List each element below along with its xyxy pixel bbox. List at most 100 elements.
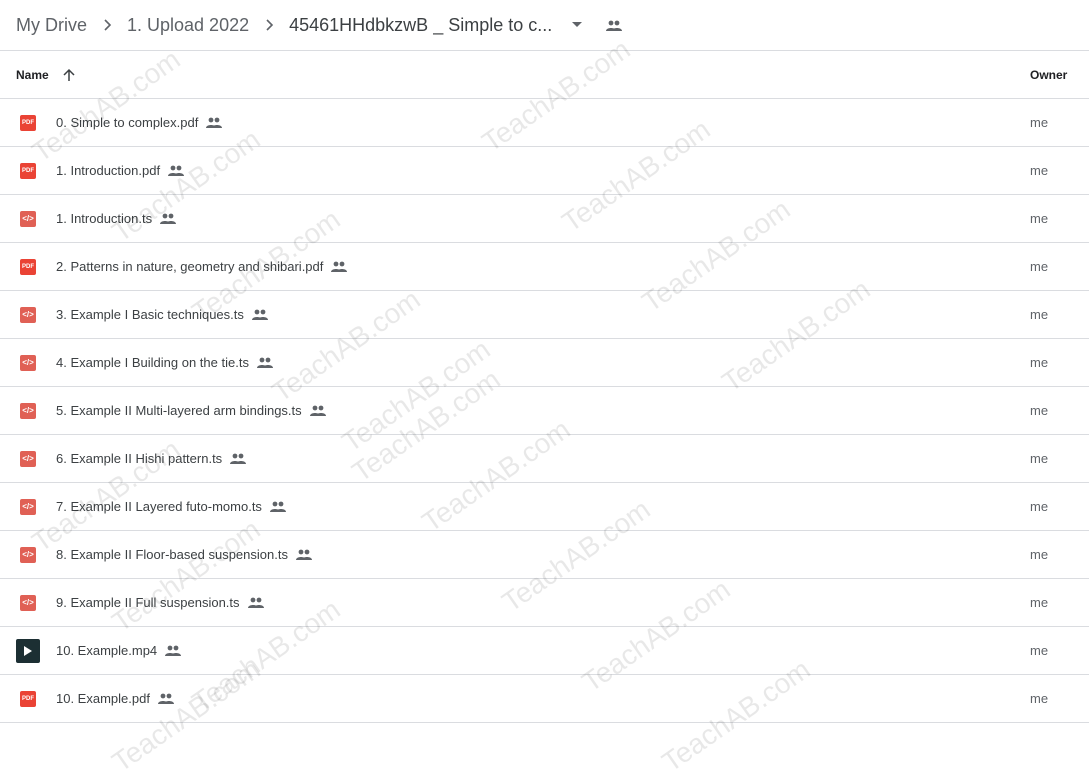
code-icon: </> (20, 306, 36, 323)
file-name[interactable]: 1. Introduction.pdf (56, 163, 160, 178)
file-icon-label: PDF (22, 167, 34, 174)
people-icon (168, 165, 185, 176)
file-owner: me (1030, 547, 1049, 562)
code-icon: </> (20, 546, 36, 563)
chevron-right-icon (259, 14, 281, 36)
file-row[interactable]: </> 7. Example II Layered futo-momo.ts me (0, 483, 1089, 531)
file-name-cell: 10. Example.mp4 (56, 643, 182, 658)
file-owner: me (1030, 307, 1049, 322)
pdf-icon: PDF (20, 258, 36, 275)
file-name[interactable]: 10. Example.pdf (56, 691, 150, 706)
file-name-cell: 0. Simple to complex.pdf (56, 115, 223, 130)
file-row[interactable]: PDF 0. Simple to complex.pdf me (0, 99, 1089, 147)
code-icon: </> (20, 498, 36, 515)
column-name-header[interactable]: Name (16, 68, 75, 82)
file-list: PDF 0. Simple to complex.pdf me PDF 1. Intro… (0, 99, 1089, 723)
file-name[interactable]: 5. Example II Multi-layered arm bindings… (56, 403, 302, 418)
file-name-cell: 4. Example I Building on the tie.ts (56, 355, 273, 370)
file-name[interactable]: 4. Example I Building on the tie.ts (56, 355, 249, 370)
file-row[interactable]: PDF 1. Introduction.pdf me (0, 147, 1089, 195)
file-row[interactable]: </> 6. Example II Hishi pattern.ts me (0, 435, 1089, 483)
file-row[interactable]: </> 1. Introduction.ts me (0, 195, 1089, 243)
file-name[interactable]: 6. Example II Hishi pattern.ts (56, 451, 222, 466)
file-icon-label: </> (22, 598, 34, 607)
file-icon-label: </> (22, 310, 34, 319)
file-name[interactable]: 1. Introduction.ts (56, 211, 152, 226)
video-play-icon (16, 638, 40, 663)
file-row[interactable]: </> 3. Example I Basic techniques.ts me (0, 291, 1089, 339)
code-icon: </> (20, 450, 36, 467)
breadcrumb-my-drive[interactable]: My Drive (16, 15, 87, 36)
file-icon-label: PDF (22, 695, 34, 702)
file-name-cell: 9. Example II Full suspension.ts (56, 595, 264, 610)
code-icon: </> (20, 402, 36, 419)
people-icon (295, 549, 312, 560)
file-owner: me (1030, 403, 1049, 418)
code-icon: </> (20, 210, 36, 227)
file-name[interactable]: 10. Example.mp4 (56, 643, 157, 658)
file-name-cell: 5. Example II Multi-layered arm bindings… (56, 403, 326, 418)
people-icon (606, 20, 623, 31)
file-owner: me (1030, 259, 1049, 274)
file-owner: me (1030, 163, 1049, 178)
pdf-icon: PDF (20, 162, 36, 179)
people-icon (230, 453, 247, 464)
file-owner: me (1030, 499, 1049, 514)
file-row[interactable]: </> 4. Example I Building on the tie.ts me (0, 339, 1089, 387)
file-row[interactable]: PDF 2. Patterns in nature, geometry and s… (0, 243, 1089, 291)
file-owner: me (1030, 691, 1049, 706)
file-name[interactable]: 2. Patterns in nature, geometry and shib… (56, 259, 323, 274)
file-row[interactable]: 10. Example.mp4 me (0, 627, 1089, 675)
file-name-cell: 10. Example.pdf (56, 691, 174, 706)
file-name[interactable]: 7. Example II Layered futo-momo.ts (56, 499, 262, 514)
file-owner: me (1030, 451, 1049, 466)
file-name-cell: 3. Example I Basic techniques.ts (56, 307, 268, 322)
file-icon-label: </> (22, 214, 34, 223)
file-name[interactable]: 0. Simple to complex.pdf (56, 115, 198, 130)
file-row[interactable]: PDF 10. Example.pdf me (0, 675, 1089, 723)
arrow-drop-down-icon[interactable] (568, 16, 586, 34)
file-name-cell: 8. Example II Floor-based suspension.ts (56, 547, 312, 562)
file-owner: me (1030, 115, 1049, 130)
people-icon (160, 213, 177, 224)
people-icon (247, 597, 264, 608)
file-icon-label: </> (22, 406, 34, 415)
file-owner: me (1030, 643, 1049, 658)
file-owner: me (1030, 211, 1049, 226)
file-name-cell: 1. Introduction.ts (56, 211, 177, 226)
column-name-label: Name (16, 67, 49, 82)
file-name[interactable]: 9. Example II Full suspension.ts (56, 595, 240, 610)
people-icon (269, 501, 286, 512)
people-icon (331, 261, 348, 272)
people-icon (251, 309, 268, 320)
breadcrumb-current-folder[interactable]: 45461HHdbkzwB _ Simple to c... (289, 15, 552, 36)
file-name-cell: 6. Example II Hishi pattern.ts (56, 451, 247, 466)
chevron-right-icon (97, 14, 119, 36)
file-icon-label: </> (22, 502, 34, 511)
file-name[interactable]: 3. Example I Basic techniques.ts (56, 307, 244, 322)
breadcrumb: My Drive 1. Upload 2022 45461HHdbkzwB _ … (0, 0, 1089, 51)
code-icon: </> (20, 354, 36, 371)
file-owner: me (1030, 355, 1049, 370)
file-name-cell: 7. Example II Layered futo-momo.ts (56, 499, 286, 514)
arrow-up-icon[interactable] (63, 68, 75, 82)
people-icon (165, 645, 182, 656)
code-icon: </> (20, 594, 36, 611)
file-name-cell: 1. Introduction.pdf (56, 163, 185, 178)
file-icon-label: PDF (22, 263, 34, 270)
people-icon (157, 693, 174, 704)
file-icon-label: PDF (22, 119, 34, 126)
file-row[interactable]: </> 5. Example II Multi-layered arm bindi… (0, 387, 1089, 435)
pdf-icon: PDF (20, 690, 36, 707)
file-icon-label: </> (22, 454, 34, 463)
column-owner-header[interactable]: Owner (1030, 68, 1067, 82)
column-header-row: Name Owner (0, 51, 1089, 99)
file-owner: me (1030, 595, 1049, 610)
people-icon (309, 405, 326, 416)
people-icon (256, 357, 273, 368)
file-row[interactable]: </> 9. Example II Full suspension.ts me (0, 579, 1089, 627)
breadcrumb-upload-2022[interactable]: 1. Upload 2022 (127, 15, 249, 36)
file-icon-label: </> (22, 358, 34, 367)
file-row[interactable]: </> 8. Example II Floor-based suspension.… (0, 531, 1089, 579)
file-name[interactable]: 8. Example II Floor-based suspension.ts (56, 547, 288, 562)
